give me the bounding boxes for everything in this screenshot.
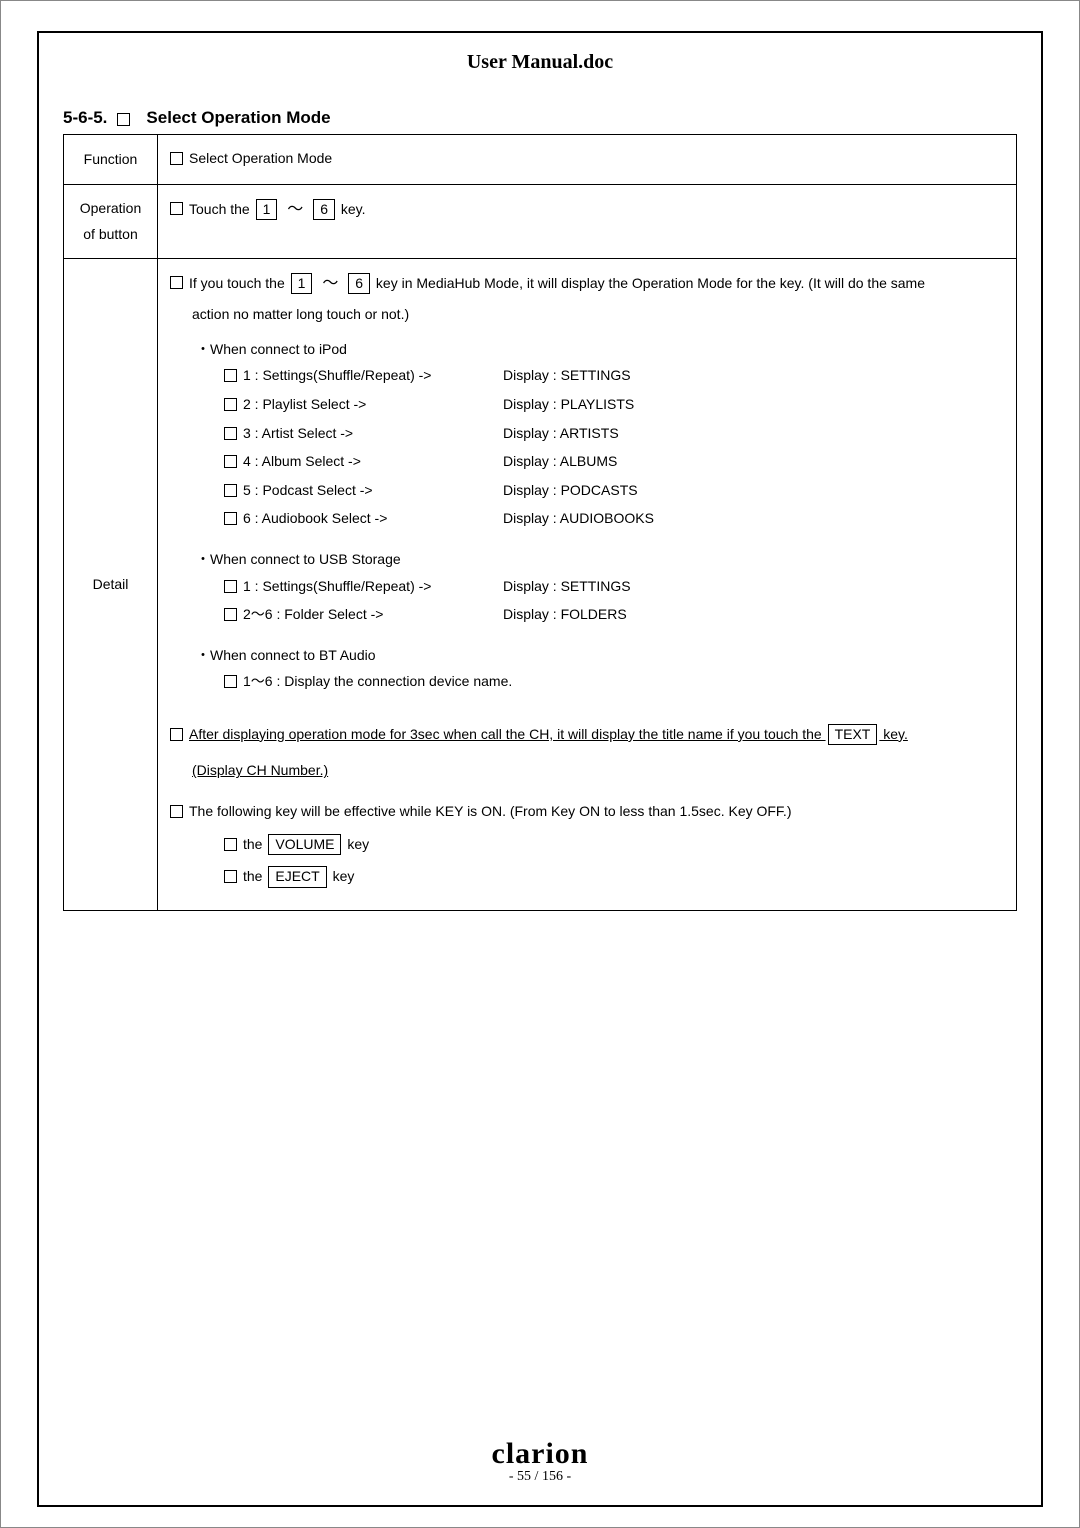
cell-operation-label: Operation of button xyxy=(64,184,158,258)
checkbox-icon xyxy=(170,276,183,289)
list-item-left: 3 : Artist Select -> xyxy=(243,420,503,447)
list-item-left: 2～6 : Folder Select -> xyxy=(243,601,503,628)
checkbox-icon xyxy=(224,484,237,497)
list-item-left: 1 : Settings(Shuffle/Repeat) -> xyxy=(243,573,503,600)
key-text: TEXT xyxy=(828,724,878,746)
checkbox-icon xyxy=(224,870,237,883)
volume-key-line: the VOLUME key xyxy=(243,831,1004,858)
cell-detail-label: Detail xyxy=(64,258,158,910)
list-item-right: Display : SETTINGS xyxy=(503,362,631,389)
brand-logo: clarion xyxy=(39,1437,1041,1471)
list-item: 3 : Artist Select ->Display : ARTISTS xyxy=(224,420,1004,447)
bt-header: ・When connect to BT Audio xyxy=(196,642,1004,669)
list-item-right: Display : PLAYLISTS xyxy=(503,391,634,418)
cell-function-value: Select Operation Mode xyxy=(158,135,1017,185)
page-frame: User Manual.doc 5-6-5. Select Operation … xyxy=(0,0,1080,1528)
list-item-right: Display : FOLDERS xyxy=(503,601,627,628)
detail-intro-line2: action no matter long touch or not.) xyxy=(192,301,1004,328)
list-item-right: Display : PODCASTS xyxy=(503,477,638,504)
eject-key-line: the EJECT key xyxy=(243,863,1004,890)
key-eject: EJECT xyxy=(268,866,326,888)
spec-table: Function Select Operation Mode Operation… xyxy=(63,134,1017,911)
list-item-right: Display : ARTISTS xyxy=(503,420,619,447)
list-item-left: 6 : Audiobook Select -> xyxy=(243,505,503,532)
checkbox-icon xyxy=(224,398,237,411)
cell-operation-value: Touch the 1 ～ 6 key. xyxy=(158,184,1017,258)
checkbox-icon xyxy=(170,805,183,818)
checkbox-icon xyxy=(170,728,183,741)
checkbox-icon xyxy=(224,427,237,440)
list-item: 4 : Album Select ->Display : ALBUMS xyxy=(224,448,1004,475)
effective-text: The following key will be effective whil… xyxy=(189,798,1004,825)
checkbox-icon xyxy=(224,580,237,593)
checkbox-icon xyxy=(224,369,237,382)
page-footer: clarion - 55 / 156 - xyxy=(39,1437,1041,1485)
section-title: Select Operation Mode xyxy=(146,108,330,128)
key-1: 1 xyxy=(256,199,278,221)
checkbox-icon xyxy=(170,152,183,165)
checkbox-icon xyxy=(224,608,237,621)
list-item-left: 2 : Playlist Select -> xyxy=(243,391,503,418)
key-volume: VOLUME xyxy=(268,834,341,856)
usb-header: ・When connect to USB Storage xyxy=(196,546,1004,573)
list-item: 2 : Playlist Select ->Display : PLAYLIST… xyxy=(224,391,1004,418)
list-item-right: Display : SETTINGS xyxy=(503,573,631,600)
checkbox-icon xyxy=(117,113,130,126)
key-1: 1 xyxy=(291,273,313,295)
ipod-list: 1 : Settings(Shuffle/Repeat) ->Display :… xyxy=(224,362,1004,532)
list-item-left: 4 : Album Select -> xyxy=(243,448,503,475)
list-item-right: Display : ALBUMS xyxy=(503,448,617,475)
display-ch-line: (Display CH Number.) xyxy=(192,757,1004,784)
function-text: Select Operation Mode xyxy=(189,145,1004,172)
cell-function-label: Function xyxy=(64,135,158,185)
list-item: 6 : Audiobook Select ->Display : AUDIOBO… xyxy=(224,505,1004,532)
list-item-right: Display : AUDIOBOOKS xyxy=(503,505,654,532)
checkbox-icon xyxy=(224,675,237,688)
tilde-icon: ～ xyxy=(287,201,303,218)
detail-intro: If you touch the 1 ～ 6 key in MediaHub M… xyxy=(189,269,1004,299)
list-item: 5 : Podcast Select ->Display : PODCASTS xyxy=(224,477,1004,504)
list-item: 1 : Settings(Shuffle/Repeat) ->Display :… xyxy=(224,362,1004,389)
list-item-left: 5 : Podcast Select -> xyxy=(243,477,503,504)
operation-text: Touch the 1 ～ 6 key. xyxy=(189,195,1004,225)
tilde-icon: ～ xyxy=(322,275,338,292)
key-6: 6 xyxy=(348,273,370,295)
doc-title: User Manual.doc xyxy=(63,51,1017,74)
after-display-text: After displaying operation mode for 3sec… xyxy=(189,721,1004,748)
page-number: - 55 / 156 - xyxy=(39,1469,1041,1485)
ipod-header: ・When connect to iPod xyxy=(196,336,1004,363)
list-item: 1 : Settings(Shuffle/Repeat) ->Display :… xyxy=(224,573,1004,600)
checkbox-icon xyxy=(224,838,237,851)
checkbox-icon xyxy=(170,202,183,215)
inner-frame: User Manual.doc 5-6-5. Select Operation … xyxy=(37,31,1043,1507)
section-number: 5-6-5. xyxy=(63,108,107,128)
checkbox-icon xyxy=(224,512,237,525)
bt-item: 1～6 : Display the connection device name… xyxy=(243,668,1004,695)
usb-list: 1 : Settings(Shuffle/Repeat) ->Display :… xyxy=(224,573,1004,628)
list-item-left: 1 : Settings(Shuffle/Repeat) -> xyxy=(243,362,503,389)
key-6: 6 xyxy=(313,199,335,221)
section-heading: 5-6-5. Select Operation Mode xyxy=(63,108,1017,128)
cell-detail-value: If you touch the 1 ～ 6 key in MediaHub M… xyxy=(158,258,1017,910)
checkbox-icon xyxy=(224,455,237,468)
bt-item-row: 1～6 : Display the connection device name… xyxy=(224,668,1004,695)
list-item: 2～6 : Folder Select ->Display : FOLDERS xyxy=(224,601,1004,628)
